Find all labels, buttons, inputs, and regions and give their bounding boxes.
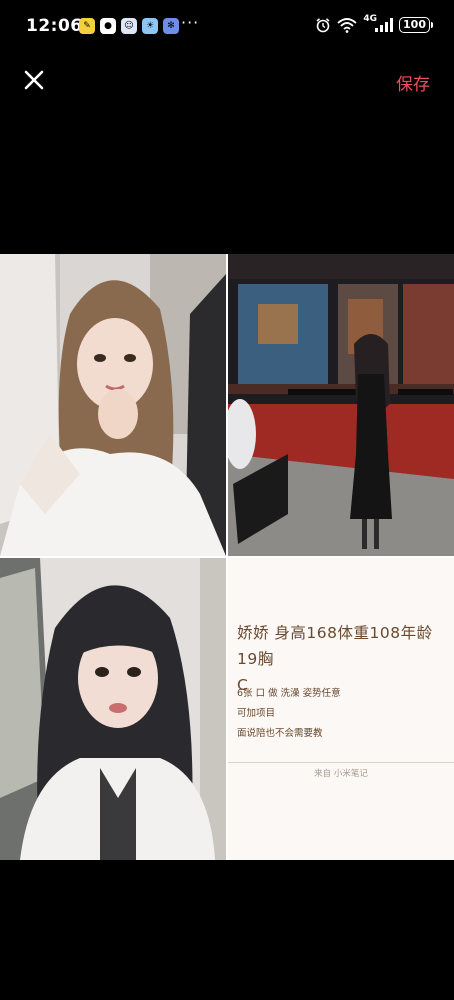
note-source: 来自 小米笔记 <box>314 769 368 779</box>
status-bar: 12:06 ✎ ● ☺ ☀ ✻ ··· 4G 100 <box>0 0 454 56</box>
notification-icons: ✎ ● ☺ ☀ ✻ <box>79 18 179 34</box>
battery-icon: 100 <box>399 17 433 33</box>
alarm-icon <box>316 18 330 33</box>
photo-selfie-1 <box>0 254 226 556</box>
more-icon: ··· <box>181 13 200 32</box>
note-icon: ✎ <box>79 18 95 34</box>
save-button[interactable]: 保存 <box>396 70 430 95</box>
network-type: 4G <box>363 14 378 24</box>
close-icon[interactable] <box>22 68 46 92</box>
note-line: 可加项目 <box>237 708 276 719</box>
top-bar: 保存 <box>0 56 454 108</box>
weather-icon: ☀ <box>142 18 158 34</box>
note-line: 6张 口 做 洗澡 姿势任意 <box>237 688 341 699</box>
collage-image: 娇娇 身高168体重108年龄19胸 C 6张 口 做 洗澡 姿势任意 可加项目… <box>0 254 454 860</box>
note-body: 6张 口 做 洗澡 姿势任意 可加项目 面说陪也不会需要教 <box>237 684 447 744</box>
note-title-line-1: 娇娇 身高168体重108年龄19胸 <box>237 624 433 668</box>
qq-icon: ● <box>100 18 116 34</box>
photo-selfie-2 <box>0 558 226 860</box>
wifi-icon <box>337 18 357 33</box>
note-card: 娇娇 身高168体重108年龄19胸 C 6张 口 做 洗澡 姿势任意 可加项目… <box>228 558 454 860</box>
note-line: 面说陪也不会需要教 <box>237 728 323 739</box>
chat-bot-icon: ☺ <box>121 18 137 34</box>
status-time: 12:06 <box>26 16 83 36</box>
signal-icon <box>375 18 394 32</box>
status-indicators: 4G 100 <box>315 14 433 33</box>
photo-restaurant <box>228 254 454 556</box>
photos-icon: ✻ <box>163 18 179 34</box>
note-divider <box>228 762 454 763</box>
